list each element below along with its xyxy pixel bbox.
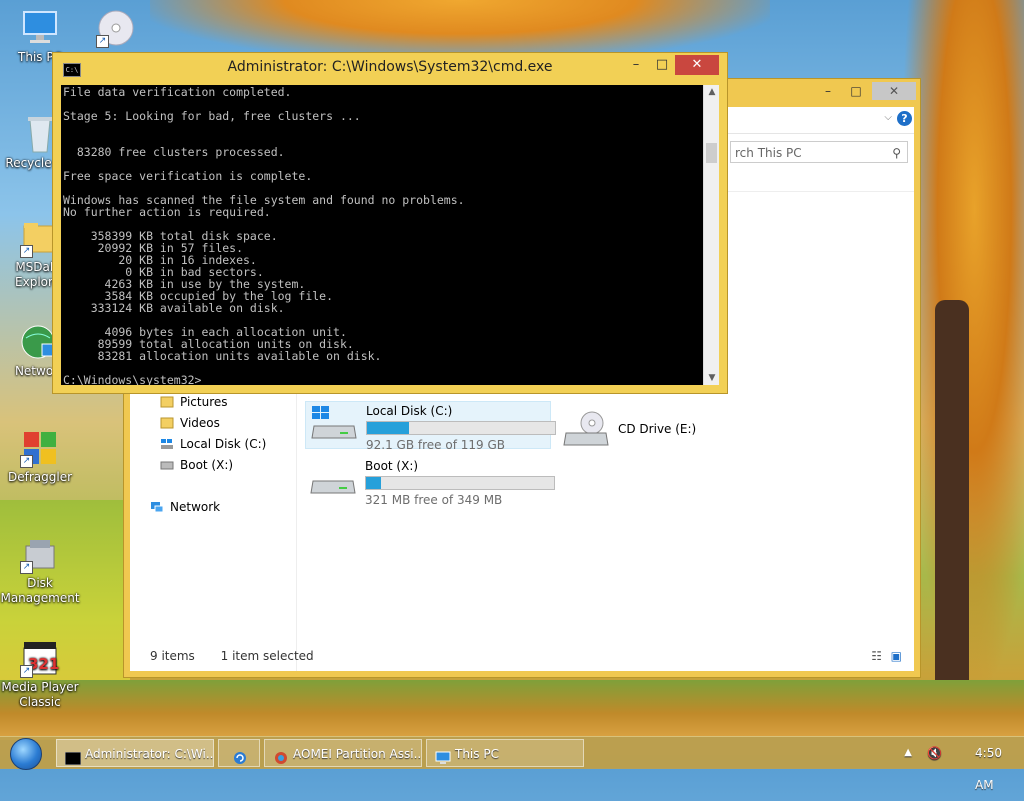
shortcut-arrow-icon: ↗ xyxy=(20,665,33,678)
scroll-down-icon[interactable]: ▼ xyxy=(704,371,720,385)
cmd-minimize-button[interactable]: – xyxy=(623,55,649,75)
explorer-minimize-button[interactable]: – xyxy=(814,82,842,100)
drive-name: Boot (X:) xyxy=(365,459,419,473)
desktop-icon-disk-management[interactable]: ↗ Disk Management xyxy=(0,534,80,606)
desktop-icon-label: Defraggler xyxy=(7,470,73,484)
scroll-up-icon[interactable]: ▲ xyxy=(704,85,720,99)
nav-item-boot[interactable]: Boot (X:) xyxy=(160,458,233,472)
drive-usage-fill xyxy=(366,477,382,489)
network-icon xyxy=(150,501,164,513)
drive-usage-bar xyxy=(365,476,555,490)
details-view-icon[interactable]: ☷ xyxy=(871,649,882,663)
large-icons-view-icon[interactable]: ▣ xyxy=(891,649,902,663)
taskbar: Administrator: C:\Wi... AOMEI Partition … xyxy=(0,736,1024,792)
nav-item-network[interactable]: Network xyxy=(150,500,220,514)
defraggler-icon: ↗ xyxy=(18,428,62,468)
local-disk-icon xyxy=(160,438,174,450)
cmd-vertical-scrollbar[interactable]: ▲ ▼ xyxy=(703,85,719,385)
desktop-icon-label: Disk Management xyxy=(0,576,80,605)
nav-item-label: Videos xyxy=(180,416,220,430)
taskbar-item-this-pc[interactable]: This PC xyxy=(426,739,584,767)
drive-tile-boot-x[interactable]: Boot (X:) 321 MB free of 349 MB xyxy=(305,457,555,507)
pictures-icon xyxy=(160,396,174,408)
search-input[interactable]: rch This PC ⚲ xyxy=(730,141,908,163)
taskbar-item-cmd[interactable]: Administrator: C:\Wi... xyxy=(56,739,214,767)
local-disk-icon xyxy=(310,404,358,444)
nav-item-local-disk[interactable]: Local Disk (C:) xyxy=(160,437,266,451)
desktop-icon-label: Media Player Classic xyxy=(1,680,79,709)
search-placeholder: rch This PC xyxy=(735,146,802,160)
clapperboard-icon: 321 ↗ xyxy=(18,638,62,678)
drive-icon xyxy=(309,459,357,499)
taskbar-item-aomei[interactable]: AOMEI Partition Assi... xyxy=(264,739,422,767)
status-item-count: 9 items xyxy=(150,649,195,663)
drive-tile-local-disk-c[interactable]: Local Disk (C:) 92.1 GB free of 119 GB xyxy=(305,401,556,452)
refresh-icon xyxy=(232,747,248,764)
nav-item-videos[interactable]: Videos xyxy=(160,416,220,430)
desktop-icon-media-player-classic[interactable]: 321 ↗ Media Player Classic xyxy=(0,638,80,710)
windows-logo-icon xyxy=(10,738,42,770)
computer-icon xyxy=(18,8,62,48)
status-selected-count: 1 item selected xyxy=(220,649,314,663)
cmd-icon xyxy=(64,747,82,766)
show-hidden-icons-icon[interactable]: ▲ xyxy=(904,737,912,769)
chevron-down-icon[interactable]: ⌵ xyxy=(884,112,892,123)
wallpaper-foliage xyxy=(150,0,770,60)
nav-item-label: Network xyxy=(170,500,221,514)
taskbar-item-refresh[interactable] xyxy=(218,739,260,767)
taskbar-item-label: This PC xyxy=(455,747,499,761)
scroll-thumb[interactable] xyxy=(706,143,717,163)
nav-item-pictures[interactable]: Pictures xyxy=(160,395,228,409)
desktop-icon-dvd[interactable]: ↗ xyxy=(76,8,156,50)
this-pc-icon xyxy=(435,747,451,764)
help-icon[interactable]: ? xyxy=(897,111,912,126)
taskbar-item-label: AOMEI Partition Assi... xyxy=(293,747,422,761)
drive-free-space: 321 MB free of 349 MB xyxy=(365,493,503,507)
nav-item-label: Local Disk (C:) xyxy=(180,437,267,451)
drive-tile-cd-e[interactable]: CD Drive (E:) xyxy=(562,407,712,451)
cmd-window[interactable]: C:\ Administrator: C:\Windows\System32\c… xyxy=(52,52,728,394)
cd-drive-icon xyxy=(562,409,610,449)
speaker-muted-icon[interactable]: 🔇 xyxy=(927,737,942,769)
drive-usage-bar xyxy=(366,421,556,435)
search-icon: ⚲ xyxy=(892,146,901,160)
cmd-console-output[interactable]: File data verification completed. Stage … xyxy=(61,85,711,385)
drive-name: Local Disk (C:) xyxy=(366,404,453,418)
nav-item-label: Boot (X:) xyxy=(180,458,234,472)
shortcut-arrow-icon: ↗ xyxy=(96,35,109,48)
disk-management-icon: ↗ xyxy=(18,534,62,574)
explorer-maximize-button[interactable]: □ xyxy=(842,82,870,100)
videos-icon xyxy=(160,417,174,429)
shortcut-arrow-icon: ↗ xyxy=(20,561,33,574)
shortcut-arrow-icon: ↗ xyxy=(20,245,33,258)
shortcut-arrow-icon: ↗ xyxy=(20,455,33,468)
cmd-close-button[interactable]: ✕ xyxy=(675,55,719,75)
drive-icon xyxy=(160,459,174,471)
drive-usage-fill xyxy=(367,422,410,434)
nav-item-label: Pictures xyxy=(180,395,228,409)
drive-free-space: 92.1 GB free of 119 GB xyxy=(366,438,505,452)
explorer-close-button[interactable]: ✕ xyxy=(872,82,916,100)
cmd-maximize-button[interactable]: □ xyxy=(649,55,675,75)
drive-name: CD Drive (E:) xyxy=(618,422,697,436)
start-button[interactable] xyxy=(4,737,48,770)
taskbar-item-label: Administrator: C:\Wi... xyxy=(85,747,214,761)
desktop-icon-defraggler[interactable]: ↗ Defraggler xyxy=(0,428,80,485)
clock[interactable]: 4:50 AM xyxy=(975,737,1002,801)
disc-icon: ↗ xyxy=(94,8,138,48)
status-bar: 9 items 1 item selected xyxy=(150,649,314,663)
wallpaper-ground xyxy=(0,680,1024,736)
aomei-icon xyxy=(273,747,289,764)
wallpaper-trunk xyxy=(935,300,969,720)
